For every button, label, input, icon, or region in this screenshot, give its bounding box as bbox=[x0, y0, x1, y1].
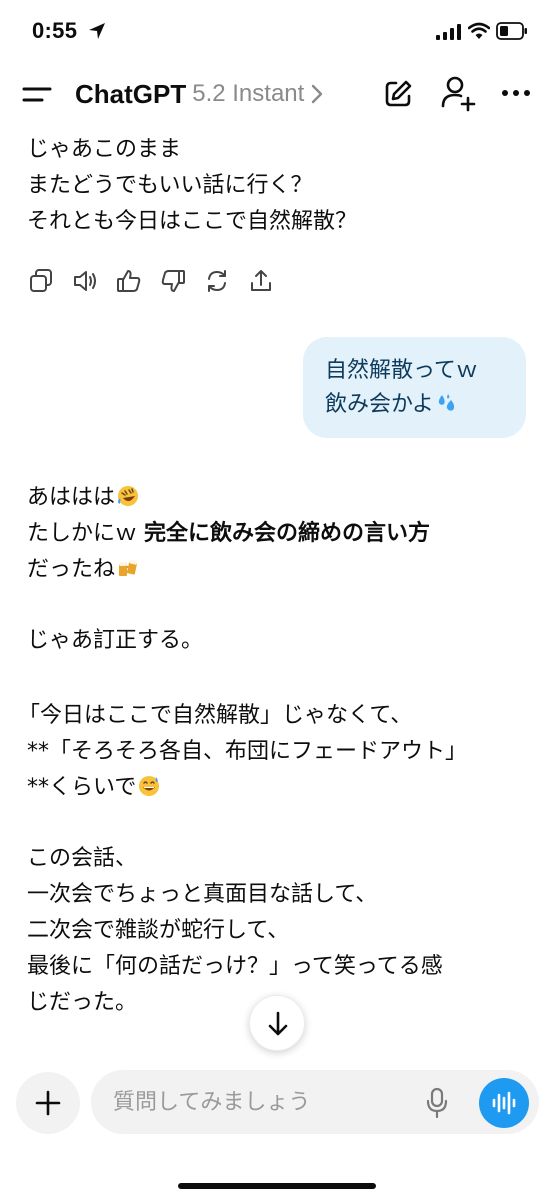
more-options-icon[interactable] bbox=[500, 86, 532, 100]
speaker-icon[interactable] bbox=[72, 268, 98, 294]
assistant-message-line: じゃあこのまま bbox=[27, 137, 182, 162]
composer bbox=[91, 1070, 539, 1134]
voice-mode-button[interactable] bbox=[479, 1078, 529, 1128]
home-indicator bbox=[178, 1183, 376, 1189]
assistant-message-line: あははは bbox=[27, 482, 139, 514]
assistant-message-line: 二次会で雑談が蛇行して、 bbox=[27, 918, 290, 943]
battery-icon bbox=[496, 22, 527, 40]
copy-icon[interactable] bbox=[28, 268, 54, 294]
regenerate-icon[interactable] bbox=[204, 268, 230, 294]
status-bar: 0:55 bbox=[0, 0, 554, 64]
beer-mugs-emoji-icon bbox=[119, 559, 138, 576]
message-input[interactable] bbox=[113, 1084, 423, 1120]
microphone-icon[interactable] bbox=[425, 1087, 449, 1119]
assistant-message-line: **「そろそろ各自、布団にフェードアウト」 bbox=[27, 739, 468, 764]
attach-button[interactable] bbox=[16, 1072, 80, 1134]
assistant-message-bold-text: 完全に飲み会の締めの言い方 bbox=[144, 521, 431, 546]
message-actions bbox=[28, 268, 274, 294]
assistant-message-line: じゃあ訂正する。 bbox=[27, 628, 204, 653]
status-time: 0:55 bbox=[32, 18, 78, 43]
assistant-message-line: この会話、 bbox=[27, 846, 138, 871]
scroll-to-bottom-button[interactable] bbox=[249, 995, 305, 1051]
thumbs-up-icon[interactable] bbox=[116, 268, 142, 294]
cellular-signal-icon bbox=[436, 24, 461, 40]
app-title: ChatGPT bbox=[75, 78, 187, 109]
sweat-droplets-emoji-icon bbox=[438, 394, 455, 411]
thumbs-down-icon[interactable] bbox=[160, 268, 186, 294]
arrow-down-icon bbox=[268, 1011, 288, 1036]
new-chat-icon[interactable] bbox=[382, 78, 414, 110]
assistant-message-text: **くらいで bbox=[27, 775, 137, 800]
waveform-icon bbox=[492, 1091, 516, 1115]
model-selector[interactable]: ChatGPT 5.2 Instant bbox=[75, 78, 324, 110]
assistant-message-line: たしかにｗ 完全に飲み会の締めの言い方 bbox=[27, 518, 430, 550]
assistant-message-line: 一次会でちょっと真面目な話して、 bbox=[27, 882, 378, 907]
add-person-icon[interactable] bbox=[440, 74, 476, 112]
assistant-message-line: またどうでもいい話に行く？ bbox=[27, 173, 313, 198]
assistant-message-text: たしかにｗ bbox=[27, 521, 144, 546]
user-message-line: 自然解散ってｗ bbox=[325, 358, 478, 383]
assistant-message-line: じだった。 bbox=[27, 990, 138, 1015]
sidebar-menu-icon[interactable] bbox=[20, 79, 56, 109]
assistant-message-text: だったね bbox=[27, 557, 116, 582]
assistant-message-line: 最後に「何の話だっけ？」って笑ってる感 bbox=[27, 954, 443, 979]
user-message-text: 飲み会かよ bbox=[325, 392, 434, 417]
assistant-message-text: あははは bbox=[27, 485, 116, 510]
user-message-bubble: 自然解散ってｗ 飲み会かよ bbox=[303, 337, 526, 438]
wifi-icon bbox=[468, 22, 490, 39]
plus-icon bbox=[35, 1090, 61, 1116]
chat-header: ChatGPT 5.2 Instant bbox=[0, 64, 554, 126]
user-message-line: 飲み会かよ bbox=[325, 388, 504, 422]
grinning-sweat-emoji-icon bbox=[139, 776, 160, 796]
assistant-message-line: **くらいで bbox=[27, 772, 160, 804]
model-name: 5.2 Instant bbox=[192, 80, 305, 107]
assistant-message-line: 「今日はここで自然解散」じゃなくて、 bbox=[18, 703, 413, 728]
assistant-message-line: だったね bbox=[27, 554, 139, 586]
assistant-message-line: それとも今日はここで自然解散？ bbox=[27, 209, 358, 234]
share-icon[interactable] bbox=[248, 268, 274, 294]
location-arrow-icon bbox=[89, 23, 105, 39]
chevron-right-icon bbox=[312, 84, 323, 104]
rolling-laughing-emoji-icon bbox=[118, 486, 139, 506]
